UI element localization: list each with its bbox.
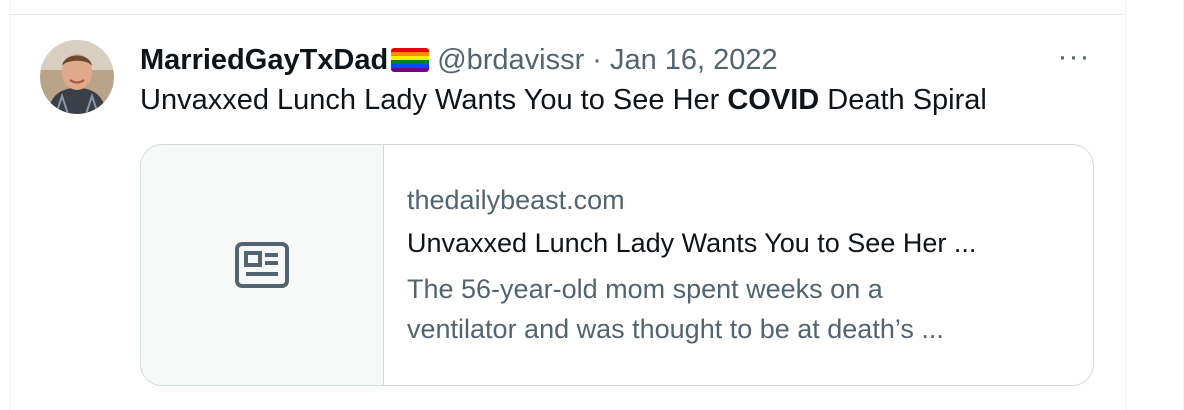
card-title: Unvaxxed Lunch Lady Wants You to See Her…	[407, 228, 977, 258]
link-preview-card[interactable]: thedailybeast.com Unvaxxed Lunch Lady Wa…	[140, 144, 1094, 386]
author-handle[interactable]: @brdavissr	[437, 44, 584, 77]
avatar[interactable]	[40, 40, 114, 114]
news-article-icon	[235, 242, 289, 288]
tweet-text-start: Unvaxxed Lunch Lady Wants You to See Her	[140, 84, 728, 116]
more-options-icon: ···	[1057, 40, 1091, 73]
tweet-text-bold: COVID	[727, 84, 820, 116]
card-description-line-2: ventilator and was thought to be at deat…	[407, 314, 944, 344]
tweet-header: MarriedGayTxDad @brdavissr · Jan 16, 202…	[140, 40, 778, 80]
card-media	[141, 145, 384, 385]
card-description-line-1: The 56-year-old mom spent weeks on a	[407, 274, 883, 304]
tweet-date[interactable]: Jan 16, 2022	[610, 44, 778, 77]
previous-tweet-divider	[10, 0, 1124, 15]
more-options-button[interactable]: ···	[1054, 40, 1094, 73]
card-body: thedailybeast.com Unvaxxed Lunch Lady Wa…	[407, 185, 1073, 349]
header-separator: ·	[592, 43, 602, 76]
author-name[interactable]: MarriedGayTxDad	[140, 44, 388, 77]
rainbow-flag-icon	[391, 48, 430, 72]
card-domain: thedailybeast.com	[407, 185, 625, 215]
tweet-text: Unvaxxed Lunch Lady Wants You to See Her…	[140, 84, 987, 117]
tweet-text-end: Death Spiral	[819, 84, 987, 116]
